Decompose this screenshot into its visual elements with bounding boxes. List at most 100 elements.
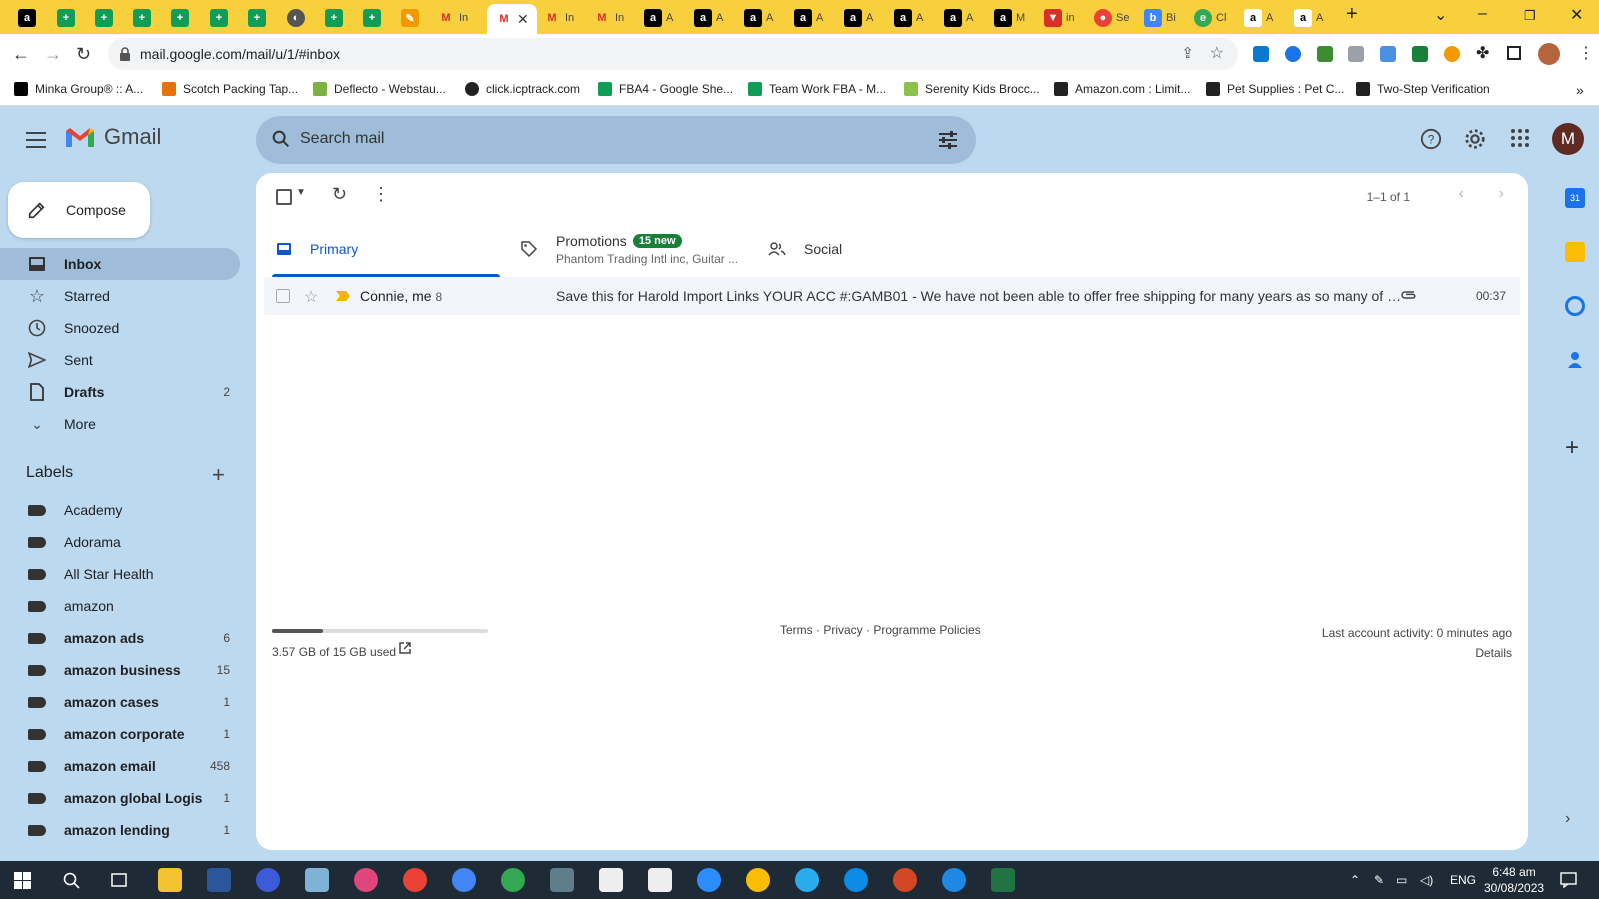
email-row[interactable]: ☆ Connie, me 8 Save this for Harold Impo… xyxy=(264,277,1520,315)
app-icon[interactable] xyxy=(256,868,280,892)
language-indicator[interactable]: ENG xyxy=(1450,873,1476,887)
tab-sheets[interactable]: + xyxy=(171,4,189,32)
keep-icon[interactable] xyxy=(1565,242,1585,262)
tab-gmail[interactable]: M In xyxy=(593,4,624,32)
telegram-icon[interactable] xyxy=(795,868,819,892)
task-view-icon[interactable] xyxy=(110,871,128,889)
tab-amazon[interactable]: aA xyxy=(794,4,823,32)
extension-icon[interactable] xyxy=(1412,46,1428,62)
label-item[interactable]: Academy xyxy=(0,494,256,526)
bookmark-item[interactable]: Pet Supplies : Pet C... xyxy=(1206,82,1344,96)
tab-amazon[interactable]: aA xyxy=(844,4,873,32)
search-options-icon[interactable] xyxy=(938,131,958,149)
label-item[interactable]: amazon xyxy=(0,590,256,622)
tab-amazon[interactable]: aA xyxy=(1294,4,1323,32)
address-bar[interactable]: mail.google.com/mail/u/1/#inbox ⇪ ☆ xyxy=(108,38,1238,70)
tab-misc[interactable]: b Bi xyxy=(1144,4,1176,32)
settings-gear-icon[interactable] xyxy=(1464,128,1486,150)
search-icon[interactable] xyxy=(270,128,292,150)
bookmark-item[interactable]: FBA4 - Google She... xyxy=(598,82,733,96)
bookmark-star-icon[interactable]: ☆ xyxy=(1210,43,1224,63)
app-icon[interactable] xyxy=(599,868,623,892)
label-item[interactable]: amazon corporate 1 xyxy=(0,718,256,750)
tab-sheets[interactable]: + xyxy=(133,4,151,32)
bookmarks-overflow-icon[interactable]: » xyxy=(1576,82,1584,98)
nav-item-drafts[interactable]: Drafts 2 xyxy=(0,376,240,408)
app-icon[interactable] xyxy=(893,868,917,892)
restore-button[interactable]: ❐ xyxy=(1524,8,1536,24)
help-icon[interactable]: ? xyxy=(1420,128,1442,150)
open-external-icon[interactable] xyxy=(398,641,412,655)
puzzle-icon[interactable]: ✤ xyxy=(1476,43,1489,63)
app-icon[interactable] xyxy=(354,868,378,892)
tab-search-icon[interactable]: ⌄ xyxy=(1434,5,1447,25)
tab-promotions[interactable]: Promotions 15 new Phantom Trading Intl i… xyxy=(520,221,756,277)
notifications-icon[interactable] xyxy=(1560,872,1577,888)
forward-button[interactable]: → xyxy=(44,44,62,65)
app-icon[interactable] xyxy=(305,868,329,892)
prev-page-icon[interactable]: ‹ xyxy=(1459,185,1464,203)
tab-amazon[interactable]: aM xyxy=(994,4,1025,32)
tab-gmail-active[interactable]: M ✕ xyxy=(487,4,537,34)
back-button[interactable]: ← xyxy=(12,44,30,65)
nav-item-sent[interactable]: Sent xyxy=(0,344,240,376)
chrome-icon[interactable] xyxy=(403,868,427,892)
tab-primary[interactable]: Primary xyxy=(264,221,500,277)
tab-sheets[interactable]: + xyxy=(363,4,381,32)
tab-amazon[interactable]: aA xyxy=(944,4,973,32)
extension-icon[interactable] xyxy=(1285,46,1301,62)
tab-web[interactable]: ◐ xyxy=(287,4,305,32)
network-icon[interactable]: ▭ xyxy=(1396,873,1407,887)
label-item[interactable]: amazon email 458 xyxy=(0,750,256,782)
search-input[interactable]: Search mail xyxy=(300,130,384,148)
main-menu-icon[interactable] xyxy=(26,132,46,153)
extension-icon[interactable] xyxy=(1444,46,1460,62)
next-page-icon[interactable]: › xyxy=(1499,185,1504,203)
tray-chevron-icon[interactable]: ⌃ xyxy=(1350,873,1360,887)
app-icon[interactable] xyxy=(942,868,966,892)
chrome-icon[interactable] xyxy=(501,868,525,892)
tab-sheets[interactable]: + xyxy=(57,4,75,32)
menu-dots-icon[interactable]: ⋮ xyxy=(1578,43,1594,63)
gmail-logo[interactable]: Gmail xyxy=(64,124,161,150)
tab-amazon[interactable]: aA xyxy=(1244,4,1273,32)
tab-amazon[interactable]: aA xyxy=(894,4,923,32)
tab-sheets[interactable]: + xyxy=(325,4,343,32)
account-avatar[interactable]: M xyxy=(1552,123,1584,155)
tab-sheets[interactable]: + xyxy=(95,4,113,32)
extension-icon[interactable] xyxy=(1253,46,1269,62)
share-icon[interactable]: ⇪ xyxy=(1181,44,1194,62)
tab-social[interactable]: Social xyxy=(768,221,1004,277)
close-tab-icon[interactable]: ✕ xyxy=(517,11,529,28)
tab-amazon[interactable]: aA xyxy=(744,4,773,32)
taskbar-search-icon[interactable] xyxy=(62,871,80,889)
label-item[interactable]: amazon global Logis 1 xyxy=(0,782,256,814)
nav-item-more[interactable]: ⌄ More xyxy=(0,408,240,440)
more-actions-icon[interactable]: ⋮ xyxy=(372,184,390,205)
row-checkbox[interactable] xyxy=(276,288,290,303)
nav-item-inbox[interactable]: Inbox xyxy=(0,248,240,280)
tab-misc[interactable]: ▼ in xyxy=(1044,4,1075,32)
extension-icon[interactable] xyxy=(1317,46,1333,62)
tab-amazon[interactable]: aA xyxy=(694,4,723,32)
zoom-icon[interactable] xyxy=(697,868,721,892)
file-explorer-icon[interactable] xyxy=(158,868,182,892)
close-window-button[interactable]: ✕ xyxy=(1570,5,1583,25)
side-panel-icon[interactable] xyxy=(1507,46,1521,60)
tab-sheets[interactable]: + xyxy=(210,4,228,32)
refresh-icon[interactable]: ↻ xyxy=(332,184,347,205)
chrome-icon[interactable] xyxy=(452,868,476,892)
tab-sheets[interactable]: + xyxy=(248,4,266,32)
excel-icon[interactable] xyxy=(991,868,1015,892)
add-label-button[interactable]: + xyxy=(212,462,225,488)
extension-icon[interactable] xyxy=(1380,46,1396,62)
contacts-icon[interactable] xyxy=(1565,350,1585,370)
edge-icon[interactable] xyxy=(844,868,868,892)
important-marker-icon[interactable] xyxy=(336,291,350,301)
profile-avatar-icon[interactable] xyxy=(1538,43,1560,65)
bookmark-item[interactable]: Scotch Packing Tap... xyxy=(162,82,298,96)
details-link[interactable]: Details xyxy=(1322,643,1512,663)
tab-gmail[interactable]: M In xyxy=(437,4,468,32)
footer-links[interactable]: Terms · Privacy · Programme Policies xyxy=(780,623,981,637)
system-clock[interactable]: 6:48 am 30/08/2023 xyxy=(1484,864,1544,896)
